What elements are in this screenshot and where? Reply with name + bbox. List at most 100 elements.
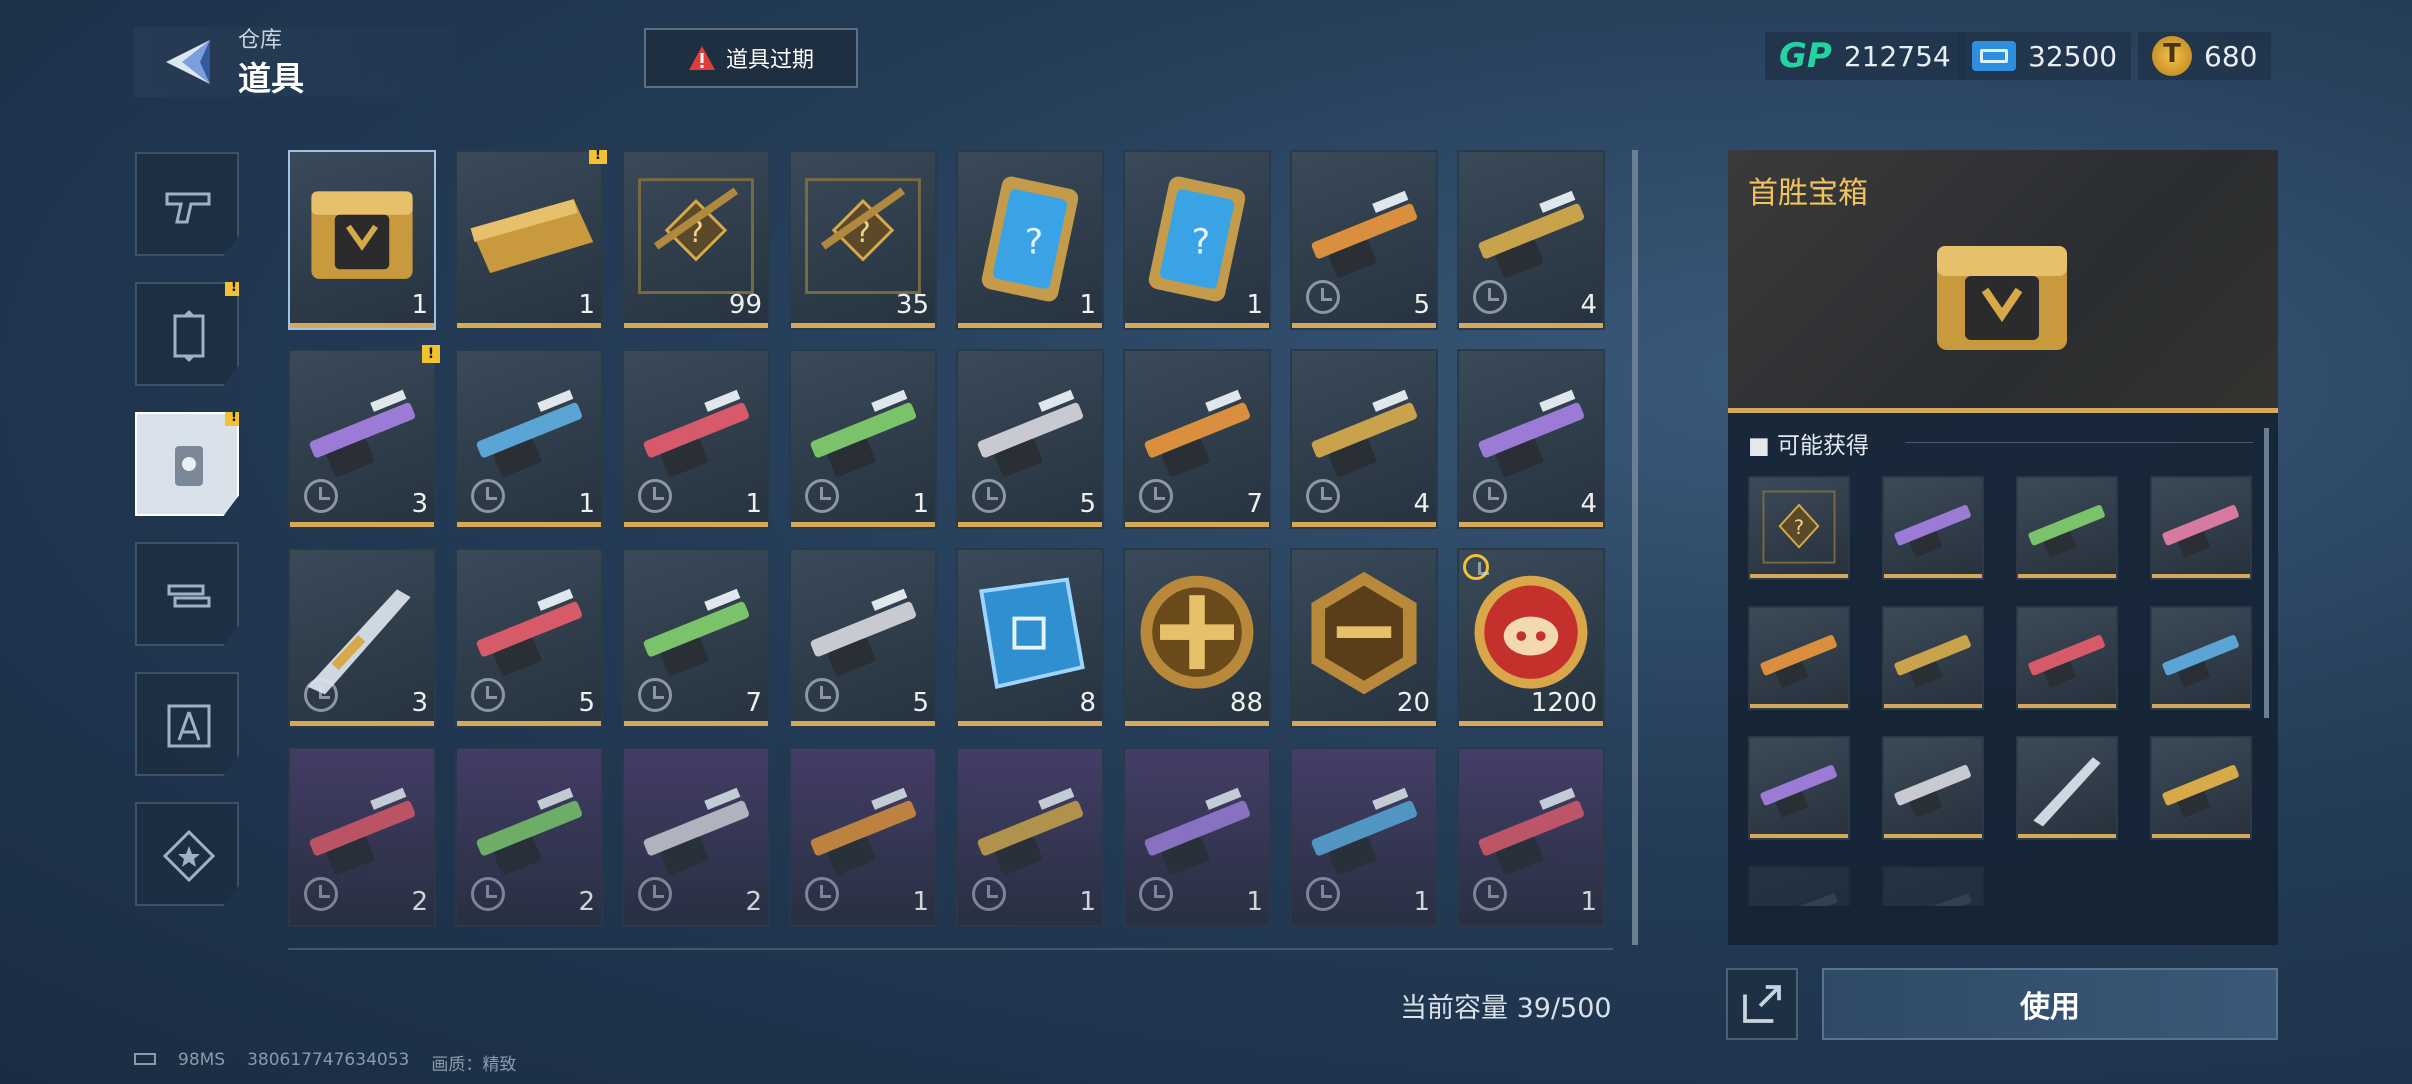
item-slot[interactable]: 7 — [1123, 349, 1271, 529]
item-slot[interactable]: 1 — [288, 150, 436, 330]
item-slot[interactable]: 1 — [1457, 747, 1605, 927]
reward-slot[interactable] — [2016, 736, 2118, 840]
item-slot[interactable]: 4 — [1290, 349, 1438, 529]
item-slot[interactable]: 1 — [789, 349, 937, 529]
item-slot[interactable]: ! 1 — [455, 150, 607, 330]
item-count: 5 — [1079, 489, 1096, 519]
item-count: 99 — [728, 290, 762, 320]
rarity-bar — [2018, 574, 2116, 578]
clock-icon — [805, 877, 839, 911]
rarity-bar — [1884, 834, 1982, 838]
rarity-bar — [1884, 574, 1982, 578]
rarity-bar — [457, 323, 601, 328]
reward-slot[interactable] — [1882, 736, 1984, 840]
item-slot[interactable]: 1200 — [1457, 548, 1605, 728]
rarity-bar — [1750, 834, 1848, 838]
item-slot[interactable]: ? 35 — [789, 150, 937, 330]
grid-scrollbar[interactable] — [1632, 150, 1638, 945]
item-slot[interactable]: 1 — [956, 747, 1104, 927]
back-arrow-icon[interactable] — [160, 34, 216, 90]
reward-slot[interactable] — [2150, 606, 2252, 710]
reward-slot[interactable] — [2016, 476, 2118, 580]
coin-amount: 680 — [2204, 39, 2258, 73]
clock-icon — [638, 479, 672, 513]
item-slot[interactable]: 2 — [622, 747, 770, 927]
reward-slot[interactable] — [1748, 736, 1850, 840]
rarity-bar — [290, 522, 434, 527]
item-slot[interactable]: 5 — [789, 548, 937, 728]
tab-weapons[interactable] — [135, 152, 239, 256]
item-slot[interactable]: 4 — [1457, 349, 1605, 529]
tab-badges[interactable] — [135, 802, 239, 906]
purple-rifle-icon — [1894, 505, 1971, 558]
item-count: 1 — [578, 290, 595, 320]
rarity-bar — [290, 721, 434, 726]
possible-rewards-divider — [1905, 442, 2253, 443]
tab-items[interactable]: ! — [135, 412, 239, 516]
item-slot[interactable]: ? 1 — [1123, 150, 1271, 330]
item-count: 1 — [1079, 887, 1096, 917]
item-slot[interactable]: 1 — [1290, 747, 1438, 927]
star-badge-icon — [162, 829, 216, 883]
item-slot[interactable]: 5 — [956, 349, 1104, 529]
reward-slot[interactable]: ? — [1748, 476, 1850, 580]
reward-slot[interactable] — [2016, 606, 2118, 710]
item-slot[interactable]: 1 — [622, 349, 770, 529]
rarity-bar — [457, 721, 601, 726]
tab-blueprints[interactable] — [135, 672, 239, 776]
item-count: 1200 — [1530, 688, 1597, 718]
reward-slot[interactable] — [1748, 866, 1850, 906]
item-slot[interactable]: 1 — [1123, 747, 1271, 927]
status-footer: 98MS 380617747634053 画质：精致 — [134, 1050, 516, 1075]
item-slot[interactable]: 5 — [455, 548, 603, 728]
item-slot[interactable]: 5 — [1290, 150, 1438, 330]
reward-slot[interactable] — [2150, 736, 2252, 840]
clock-icon — [304, 479, 338, 513]
item-slot[interactable]: 1 — [789, 747, 937, 927]
gp-currency: GP 212754 — [1765, 32, 1965, 80]
reward-slot[interactable] — [1748, 606, 1850, 710]
share-button[interactable] — [1726, 968, 1798, 1040]
rarity-bar — [290, 323, 434, 328]
item-slot[interactable]: 88 — [1123, 548, 1271, 728]
item-count: 4 — [1580, 290, 1597, 320]
reward-slot[interactable] — [1882, 866, 1984, 906]
reward-scrollbar[interactable] — [2264, 428, 2269, 718]
item-slot[interactable]: 7 — [622, 548, 770, 728]
item-slot[interactable]: 2 — [455, 747, 603, 927]
blueprint-rifle-icon: ? — [1762, 490, 1836, 564]
pistol-icon — [165, 192, 211, 224]
gold-sniper-icon — [2162, 765, 2239, 818]
item-slot[interactable]: 8 — [956, 548, 1104, 728]
rarity-bar — [1125, 323, 1269, 328]
clock-icon — [638, 877, 672, 911]
reward-slot[interactable] — [1882, 606, 1984, 710]
reward-slot[interactable] — [2150, 476, 2252, 580]
clock-icon — [471, 479, 505, 513]
item-slot[interactable]: ? 99 — [622, 150, 770, 330]
rarity-bar — [958, 721, 1102, 726]
tab-cards[interactable]: ! — [135, 282, 239, 386]
item-slot[interactable]: 3 — [288, 548, 436, 728]
item-slot[interactable]: ? 1 — [956, 150, 1104, 330]
use-button[interactable]: 使用 — [1822, 968, 2278, 1040]
item-slot[interactable]: 1 — [455, 349, 603, 529]
item-slot[interactable]: 2 — [288, 747, 436, 927]
item-slot[interactable]: 20 — [1290, 548, 1438, 728]
item-count: 7 — [1246, 489, 1263, 519]
page-title: 道具 — [238, 59, 304, 98]
clock-icon — [1139, 877, 1173, 911]
gold-chest-icon — [1937, 246, 2067, 350]
ticket-icon — [1972, 41, 2016, 71]
tab-weapon-swap[interactable] — [135, 542, 239, 646]
reward-slot[interactable] — [1882, 476, 1984, 580]
item-count: 2 — [411, 887, 428, 917]
item-expired-button[interactable]: 道具过期 — [644, 28, 858, 88]
item-slot[interactable]: ! 3 — [288, 345, 440, 529]
item-count: 1 — [578, 489, 595, 519]
item-count: 1 — [1246, 290, 1263, 320]
item-slot[interactable]: 4 — [1457, 150, 1605, 330]
red-rifle-icon — [2028, 635, 2105, 688]
item-count: 20 — [1396, 688, 1430, 718]
rarity-bar — [791, 323, 935, 328]
